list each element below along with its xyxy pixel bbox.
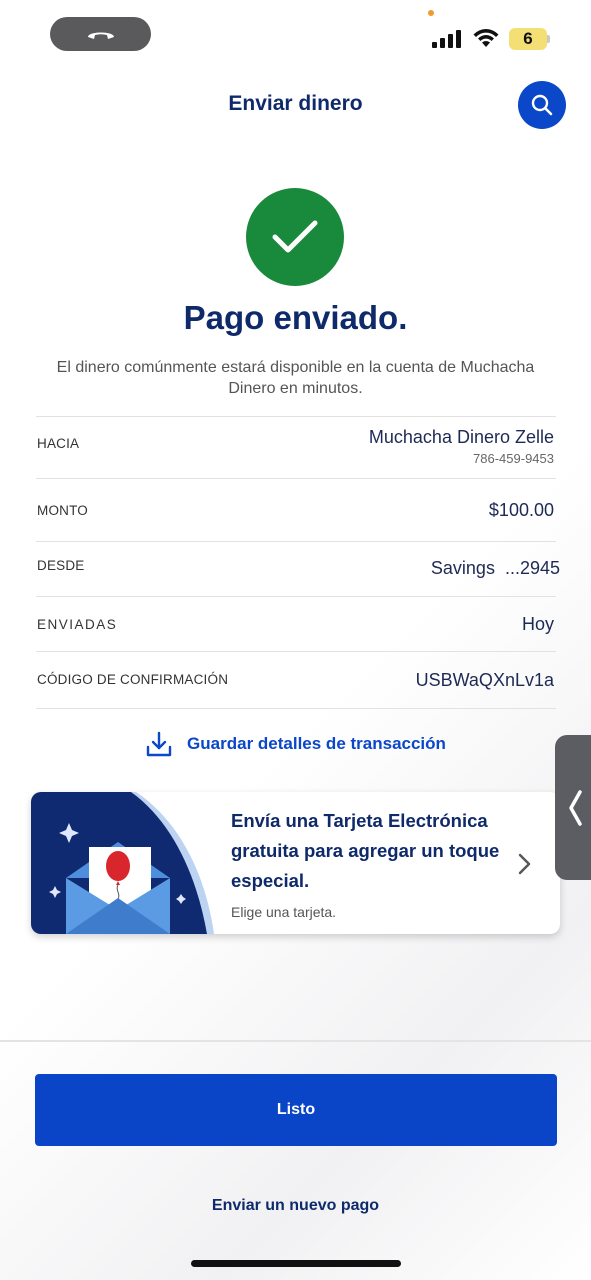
download-icon: [146, 731, 172, 757]
success-badge: [246, 188, 344, 286]
to-label: HACIA: [37, 436, 80, 451]
search-icon: [531, 94, 553, 116]
done-button[interactable]: Listo: [35, 1074, 557, 1146]
battery-icon: 6: [509, 28, 547, 50]
sent-value: Hoy: [521, 614, 554, 634]
wifi-icon: [473, 29, 499, 47]
from-value: Savings ...2945: [430, 558, 560, 578]
check-icon: [272, 220, 318, 253]
save-details-label: Guardar detalles de transacción: [187, 734, 446, 753]
phone-call-icon: [87, 32, 114, 39]
to-name: Muchacha Dinero Zelle: [368, 427, 554, 447]
divider: [36, 478, 556, 479]
amount-label: MONTO: [37, 503, 88, 518]
search-button[interactable]: [518, 81, 566, 129]
ecard-promo[interactable]: Envía una Tarjeta Electrónica gratuita p…: [31, 792, 560, 934]
divider: [36, 416, 556, 417]
side-drawer-handle[interactable]: [555, 735, 591, 880]
to-phone: 786-459-9453: [473, 451, 554, 466]
active-call-indicator[interactable]: [50, 17, 151, 51]
page-title: Enviar dinero: [228, 92, 363, 115]
divider: [0, 1040, 591, 1042]
save-transaction-details-link[interactable]: Guardar detalles de transacción: [0, 730, 591, 758]
chevron-left-icon: [569, 789, 582, 826]
ecard-promo-text: Envía una Tarjeta Electrónica gratuita p…: [231, 810, 500, 891]
chevron-right-icon: [518, 853, 531, 875]
amount-value: $100.00: [488, 500, 554, 520]
divider: [36, 708, 556, 709]
success-title: Pago enviado.: [183, 299, 408, 336]
ecard-promo-subtext: Elige una tarjeta.: [231, 904, 337, 920]
privacy-indicator-dot: [428, 10, 434, 16]
new-payment-link[interactable]: Enviar un nuevo pago: [0, 1197, 591, 1215]
envelope-balloon-icon: [31, 792, 214, 934]
confirmation-label: CÓDIGO DE CONFIRMACIÓN: [37, 672, 229, 687]
success-message: El dinero comúnmente estará disponible e…: [56, 359, 535, 397]
signal-icon: [432, 30, 463, 48]
home-indicator[interactable]: [191, 1260, 401, 1267]
sent-label: ENVIADAS: [37, 617, 118, 632]
divider: [36, 596, 556, 597]
battery-level: 6: [523, 29, 533, 48]
divider: [36, 651, 556, 652]
divider: [36, 541, 556, 542]
battery-tip: [547, 35, 550, 43]
from-label: DESDE: [37, 558, 85, 573]
confirmation-value: USBWaQXnLv1a: [415, 670, 554, 690]
